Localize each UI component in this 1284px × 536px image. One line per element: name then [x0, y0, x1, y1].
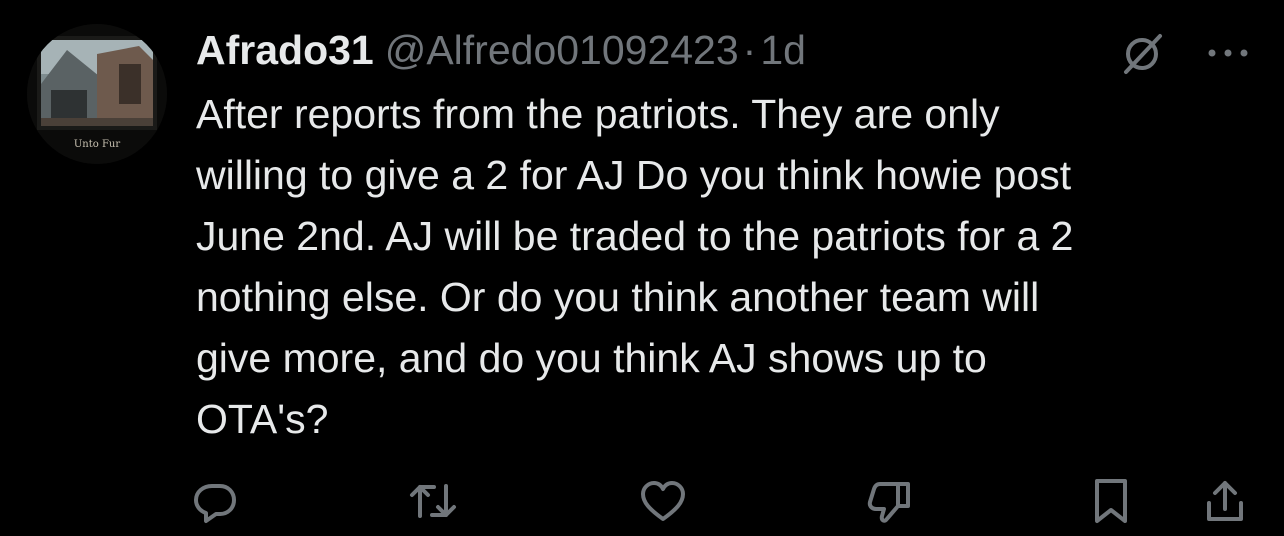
- display-name[interactable]: Afrado31: [196, 22, 374, 78]
- grok-icon[interactable]: [1118, 28, 1168, 78]
- reply-button[interactable]: [190, 476, 240, 526]
- like-icon: [639, 479, 687, 523]
- timestamp[interactable]: 1d: [760, 22, 806, 78]
- like-button[interactable]: [638, 476, 688, 526]
- share-icon: [1203, 477, 1247, 525]
- retweet-button[interactable]: [408, 476, 458, 526]
- tweet-header: Afrado31 @Alfredo01092423 · 1d: [196, 22, 806, 78]
- header-actions: [1118, 28, 1250, 78]
- more-icon[interactable]: [1206, 43, 1250, 63]
- share-button[interactable]: [1200, 476, 1250, 526]
- tweet[interactable]: Unto Fur Afrado31 @Alfredo01092423 · 1d …: [0, 0, 1284, 536]
- bookmark-icon: [1091, 477, 1131, 525]
- bookmark-button[interactable]: [1086, 476, 1136, 526]
- avatar[interactable]: Unto Fur: [27, 24, 167, 164]
- retweet-icon: [408, 478, 458, 524]
- avatar-caption: Unto Fur: [74, 139, 120, 150]
- separator-dot: ·: [742, 27, 757, 73]
- handle[interactable]: @Alfredo01092423: [385, 22, 739, 78]
- tweet-text: After reports from the patriots. They ar…: [196, 91, 1074, 442]
- reply-icon: [192, 478, 238, 524]
- dislike-button[interactable]: [864, 476, 914, 526]
- dislike-icon: [866, 478, 912, 524]
- action-bar: [190, 476, 1260, 526]
